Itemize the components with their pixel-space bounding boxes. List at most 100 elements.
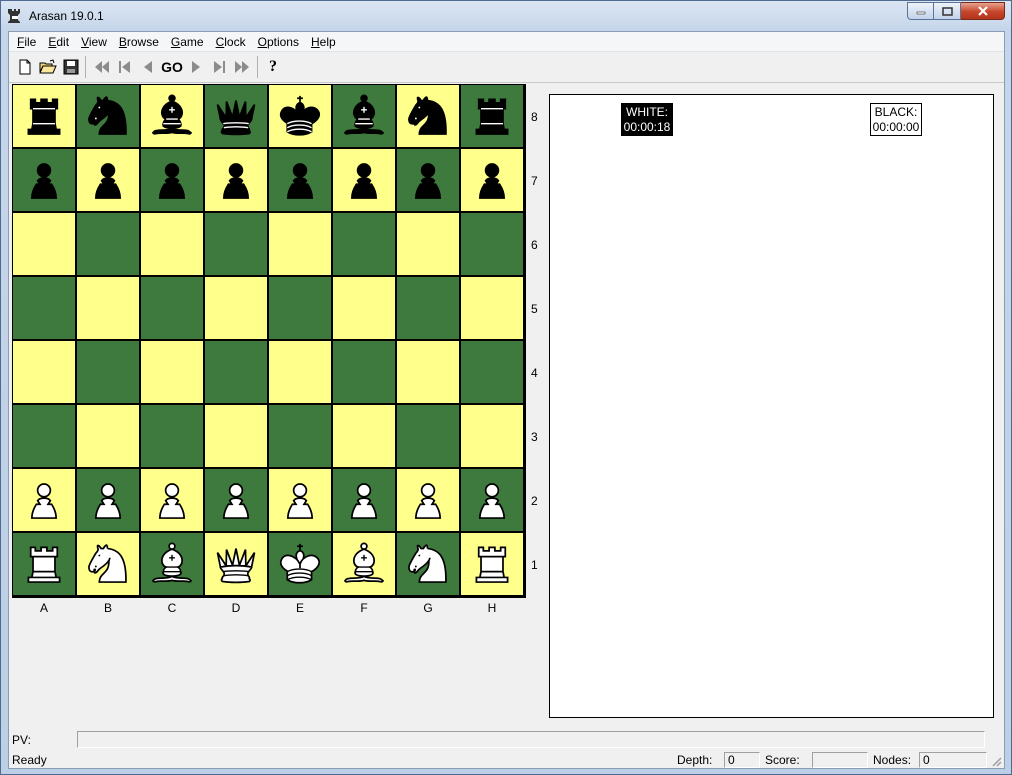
square-f2[interactable]: [333, 469, 395, 531]
square-a7[interactable]: [13, 149, 75, 211]
forward-button[interactable]: [185, 56, 207, 78]
square-b5[interactable]: [77, 277, 139, 339]
square-h2[interactable]: [461, 469, 523, 531]
square-g1[interactable]: [397, 533, 459, 595]
square-f1[interactable]: [333, 533, 395, 595]
square-g7[interactable]: [397, 149, 459, 211]
square-a1[interactable]: [13, 533, 75, 595]
square-c1[interactable]: [141, 533, 203, 595]
square-d5[interactable]: [205, 277, 267, 339]
square-h7[interactable]: [461, 149, 523, 211]
go-button[interactable]: GO: [160, 56, 184, 78]
forward-ten-button[interactable]: [208, 56, 230, 78]
square-e6[interactable]: [269, 213, 331, 275]
square-b2[interactable]: [77, 469, 139, 531]
white-knight-icon[interactable]: [402, 537, 454, 592]
square-f7[interactable]: [333, 149, 395, 211]
square-d2[interactable]: [205, 469, 267, 531]
square-e8[interactable]: [269, 85, 331, 147]
white-bishop-icon[interactable]: [146, 537, 198, 592]
open-button[interactable]: [37, 56, 59, 78]
new-game-button[interactable]: [14, 56, 36, 78]
square-b1[interactable]: [77, 533, 139, 595]
black-pawn-icon[interactable]: [402, 153, 454, 208]
first-move-button[interactable]: [91, 56, 113, 78]
white-pawn-icon[interactable]: [18, 473, 70, 528]
white-queen-icon[interactable]: [210, 537, 262, 592]
square-d7[interactable]: [205, 149, 267, 211]
square-b6[interactable]: [77, 213, 139, 275]
square-h3[interactable]: [461, 405, 523, 467]
white-knight-icon[interactable]: [82, 537, 134, 592]
square-d6[interactable]: [205, 213, 267, 275]
square-c3[interactable]: [141, 405, 203, 467]
menu-edit[interactable]: Edit: [42, 32, 75, 52]
black-bishop-icon[interactable]: [146, 89, 198, 144]
menu-view[interactable]: View: [75, 32, 113, 52]
square-f3[interactable]: [333, 405, 395, 467]
black-pawn-icon[interactable]: [210, 153, 262, 208]
square-e4[interactable]: [269, 341, 331, 403]
square-h8[interactable]: [461, 85, 523, 147]
black-queen-icon[interactable]: [210, 89, 262, 144]
square-c8[interactable]: [141, 85, 203, 147]
square-h1[interactable]: [461, 533, 523, 595]
menu-file[interactable]: File: [11, 32, 42, 52]
white-pawn-icon[interactable]: [274, 473, 326, 528]
square-h4[interactable]: [461, 341, 523, 403]
square-a6[interactable]: [13, 213, 75, 275]
back-button[interactable]: [137, 56, 159, 78]
black-pawn-icon[interactable]: [466, 153, 518, 208]
square-e3[interactable]: [269, 405, 331, 467]
last-move-button[interactable]: [231, 56, 253, 78]
minimize-button[interactable]: [907, 2, 934, 20]
square-d4[interactable]: [205, 341, 267, 403]
square-a8[interactable]: [13, 85, 75, 147]
white-pawn-icon[interactable]: [210, 473, 262, 528]
black-rook-icon[interactable]: [18, 89, 70, 144]
black-pawn-icon[interactable]: [82, 153, 134, 208]
white-bishop-icon[interactable]: [338, 537, 390, 592]
save-button[interactable]: [60, 56, 82, 78]
black-pawn-icon[interactable]: [146, 153, 198, 208]
white-pawn-icon[interactable]: [466, 473, 518, 528]
square-d1[interactable]: [205, 533, 267, 595]
square-b7[interactable]: [77, 149, 139, 211]
resize-grip-icon[interactable]: [990, 755, 1002, 767]
square-c6[interactable]: [141, 213, 203, 275]
black-bishop-icon[interactable]: [338, 89, 390, 144]
close-button[interactable]: [961, 2, 1005, 20]
square-f5[interactable]: [333, 277, 395, 339]
square-g4[interactable]: [397, 341, 459, 403]
square-g5[interactable]: [397, 277, 459, 339]
square-e7[interactable]: [269, 149, 331, 211]
square-g3[interactable]: [397, 405, 459, 467]
menu-game[interactable]: Game: [165, 32, 210, 52]
square-c7[interactable]: [141, 149, 203, 211]
menu-browse[interactable]: Browse: [113, 32, 165, 52]
square-h6[interactable]: [461, 213, 523, 275]
menu-options[interactable]: Options: [252, 32, 305, 52]
square-b4[interactable]: [77, 341, 139, 403]
white-pawn-icon[interactable]: [82, 473, 134, 528]
white-pawn-icon[interactable]: [402, 473, 454, 528]
help-button[interactable]: ?: [262, 56, 284, 78]
white-pawn-icon[interactable]: [146, 473, 198, 528]
black-pawn-icon[interactable]: [274, 153, 326, 208]
white-rook-icon[interactable]: [18, 537, 70, 592]
square-e1[interactable]: [269, 533, 331, 595]
square-d8[interactable]: [205, 85, 267, 147]
black-pawn-icon[interactable]: [338, 153, 390, 208]
square-d3[interactable]: [205, 405, 267, 467]
white-pawn-icon[interactable]: [338, 473, 390, 528]
square-e2[interactable]: [269, 469, 331, 531]
maximize-button[interactable]: [934, 2, 961, 20]
square-g6[interactable]: [397, 213, 459, 275]
pv-field[interactable]: [77, 731, 985, 748]
square-h5[interactable]: [461, 277, 523, 339]
square-e5[interactable]: [269, 277, 331, 339]
menu-clock[interactable]: Clock: [210, 32, 252, 52]
square-f8[interactable]: [333, 85, 395, 147]
square-f6[interactable]: [333, 213, 395, 275]
square-a3[interactable]: [13, 405, 75, 467]
